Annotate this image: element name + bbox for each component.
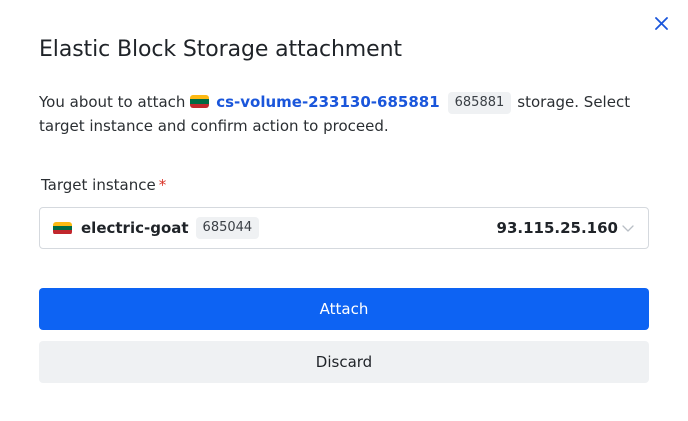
chevron-down-icon <box>622 225 634 232</box>
attach-storage-dialog: Elastic Block Storage attachment You abo… <box>0 0 688 421</box>
target-instance-label-text: Target instance <box>41 176 156 194</box>
instance-id-badge: 685044 <box>195 217 260 239</box>
dialog-description: You about to attach cs-volume-233130-685… <box>39 90 659 138</box>
instance-name: electric-goat <box>81 219 189 237</box>
instance-ip: 93.115.25.160 <box>496 219 618 237</box>
close-button[interactable] <box>651 13 671 33</box>
attach-button[interactable]: Attach <box>39 288 649 330</box>
description-prefix: You about to attach <box>39 93 186 111</box>
target-instance-label: Target instance * <box>41 176 166 194</box>
lithuania-flag-icon <box>53 221 72 235</box>
volume-link[interactable]: cs-volume-233130-685881 <box>216 93 439 111</box>
close-icon <box>654 16 668 30</box>
selected-instance: electric-goat 685044 <box>53 208 260 248</box>
required-mark: * <box>158 176 167 194</box>
discard-button[interactable]: Discard <box>39 341 649 383</box>
dialog-title: Elastic Block Storage attachment <box>39 37 402 62</box>
lithuania-flag-icon <box>190 95 210 108</box>
target-instance-select[interactable]: electric-goat 685044 93.115.25.160 <box>39 207 649 249</box>
volume-id-badge: 685881 <box>447 92 512 114</box>
